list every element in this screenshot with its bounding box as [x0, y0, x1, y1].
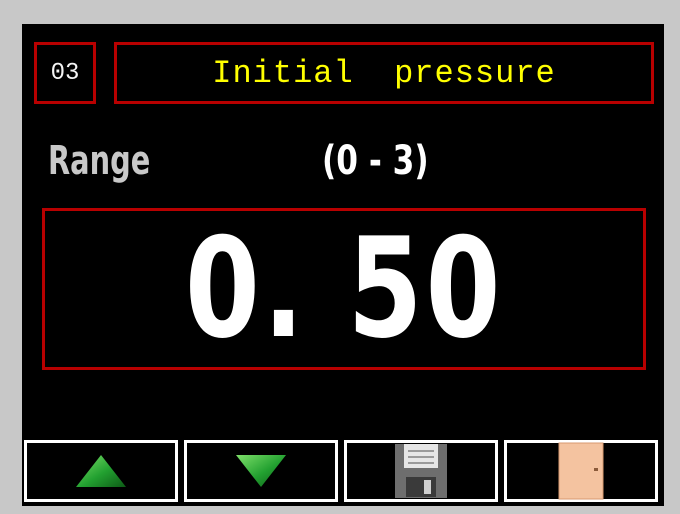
increase-button[interactable]: [24, 440, 178, 502]
exit-door-icon: [558, 442, 604, 500]
decrease-button[interactable]: [184, 440, 338, 502]
exit-button[interactable]: [504, 440, 658, 502]
hmi-screen: 03 Initial pressure Range (0 - 3) 0. 50: [22, 24, 664, 506]
parameter-number: 03: [34, 42, 96, 104]
parameter-title: Initial pressure: [114, 42, 654, 104]
save-floppy-icon: [395, 444, 447, 498]
parameter-title-text: Initial pressure: [212, 54, 556, 92]
value-display[interactable]: 0. 50: [42, 208, 646, 370]
save-button[interactable]: [344, 440, 498, 502]
range-label: Range: [48, 138, 151, 184]
increase-triangle-icon: [76, 455, 126, 487]
range-value: (0 - 3): [322, 138, 429, 184]
decrease-triangle-icon: [236, 455, 286, 487]
parameter-number-text: 03: [50, 59, 80, 87]
current-value[interactable]: 0. 50: [185, 220, 504, 358]
